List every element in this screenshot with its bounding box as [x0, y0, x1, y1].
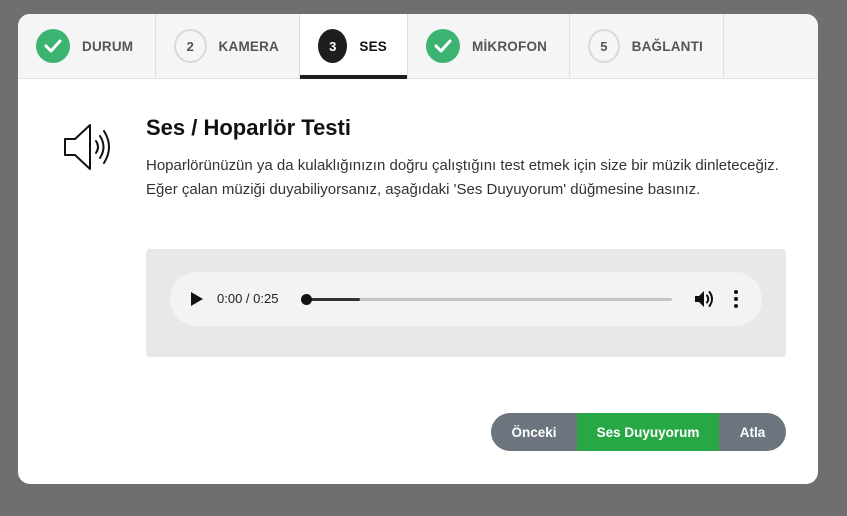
- step-durum[interactable]: DURUM: [18, 14, 156, 78]
- audio-player[interactable]: 0:00 / 0:25: [170, 272, 762, 326]
- step-number-circle: 5: [588, 29, 620, 63]
- step-kamera[interactable]: 2 KAMERA: [156, 14, 300, 78]
- step-label: KAMERA: [218, 38, 279, 54]
- previous-button[interactable]: Önceki: [491, 413, 577, 451]
- speaker-icon: [64, 124, 110, 170]
- step-ses[interactable]: 3 SES: [300, 14, 408, 79]
- step-number-circle: 2: [174, 29, 207, 63]
- skip-button[interactable]: Atla: [719, 413, 786, 451]
- step-label: BAĞLANTI: [631, 38, 703, 54]
- instructions-text: Hoparlörünüzün ya da kulaklığınızın doğr…: [146, 157, 779, 198]
- play-icon[interactable]: [190, 291, 204, 307]
- audio-container: 0:00 / 0:25: [146, 249, 786, 357]
- step-baglanti[interactable]: 5 BAĞLANTI: [570, 14, 724, 78]
- step-mikrofon-check-circle: [426, 29, 460, 63]
- seek-slider[interactable]: [301, 294, 672, 305]
- page-title: Ses / Hoparlör Testi: [146, 115, 351, 140]
- time-display: 0:00 / 0:25: [217, 291, 279, 306]
- volume-icon[interactable]: [694, 289, 716, 309]
- seek-buffered-fill: [305, 298, 360, 301]
- test-dialog: DURUM 2 KAMERA 3 SES MİKROFON 5 BAĞLANTI: [18, 14, 818, 484]
- step-label: DURUM: [82, 38, 134, 54]
- navigation-buttons: Önceki Ses Duyuyorum Atla: [491, 413, 786, 451]
- checkmark-icon: [434, 39, 452, 53]
- checkmark-icon: [44, 39, 62, 53]
- step-progress-bar: DURUM 2 KAMERA 3 SES MİKROFON 5 BAĞLANTI: [18, 14, 818, 79]
- step-label: MİKROFON: [472, 38, 548, 54]
- seek-thumb[interactable]: [301, 294, 312, 305]
- step-label: SES: [359, 38, 387, 54]
- step-number-circle: 3: [318, 29, 348, 63]
- step-mikrofon[interactable]: MİKROFON: [408, 14, 570, 78]
- step-content: Ses / Hoparlör Testi Hoparlörünüzün ya d…: [18, 79, 818, 484]
- step-durum-check-circle: [36, 29, 70, 63]
- more-options-icon[interactable]: [732, 289, 740, 309]
- hear-sound-button[interactable]: Ses Duyuyorum: [577, 413, 719, 451]
